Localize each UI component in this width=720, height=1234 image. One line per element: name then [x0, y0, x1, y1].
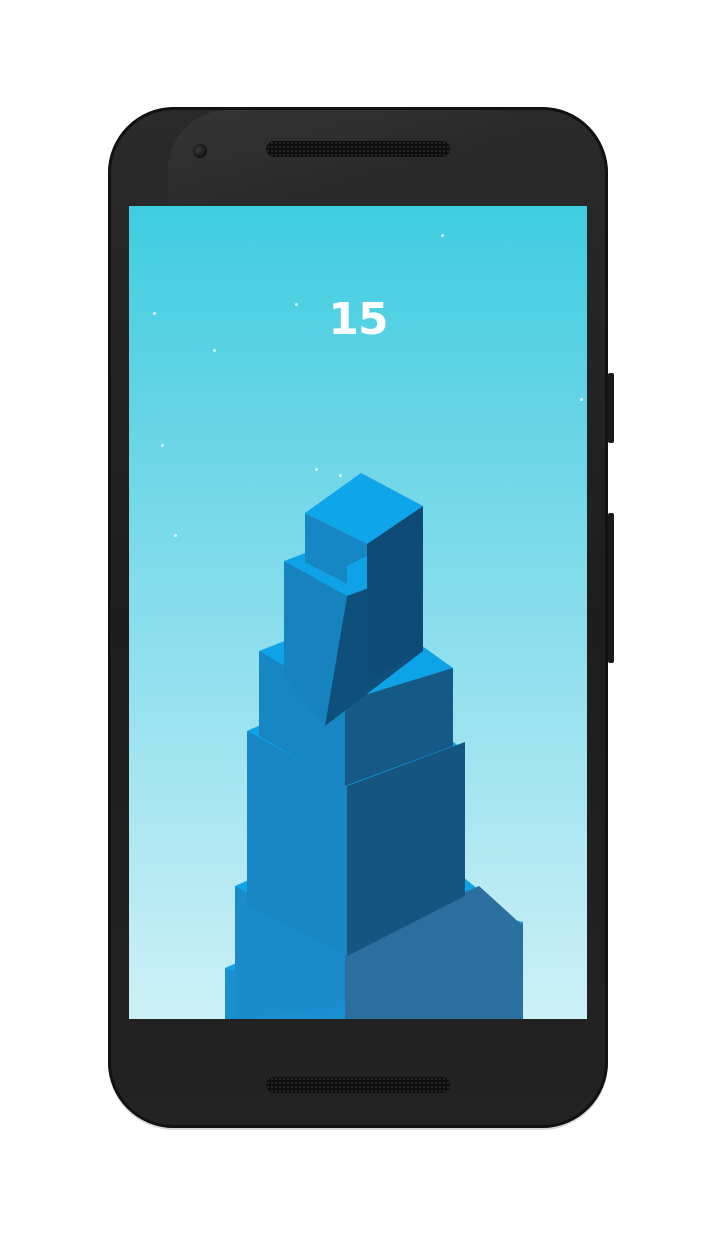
- front-camera-icon: [193, 144, 207, 158]
- bottom-speaker: [266, 1077, 450, 1093]
- power-button: [608, 373, 614, 443]
- earpiece-speaker: [266, 141, 450, 157]
- score-counter: 15: [328, 294, 388, 345]
- volume-button: [608, 513, 614, 663]
- stage: 15: [0, 0, 720, 1234]
- game-screen[interactable]: 15: [129, 206, 587, 1019]
